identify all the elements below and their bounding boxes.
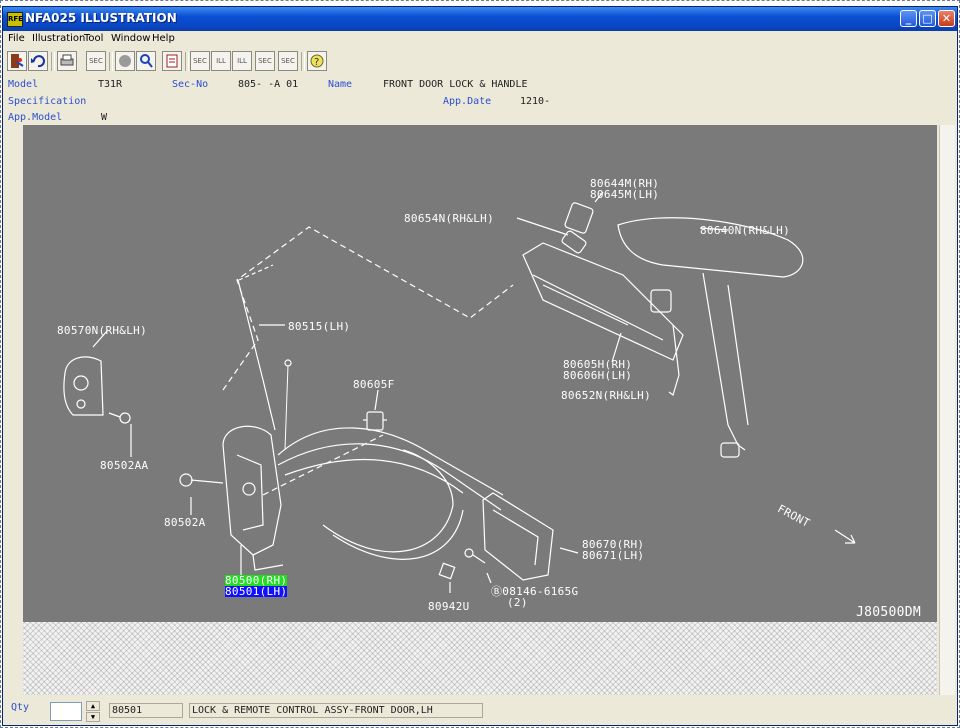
callout-80515[interactable]: 80515(LH) bbox=[288, 321, 350, 332]
diagram-id: J80500DM bbox=[856, 605, 922, 620]
menu-tool[interactable]: Tool bbox=[84, 33, 103, 44]
part-number-field: 80501 bbox=[109, 703, 183, 718]
undo-icon[interactable] bbox=[28, 51, 48, 71]
qty-label: Qty bbox=[11, 702, 30, 713]
callout-80570n[interactable]: 80570N(RH&LH) bbox=[57, 325, 147, 336]
zoom-icon[interactable] bbox=[136, 51, 156, 71]
name-label: Name bbox=[328, 79, 353, 90]
appdate-label: App.Date bbox=[443, 96, 492, 107]
model-label: Model bbox=[8, 79, 39, 90]
svg-text:?: ? bbox=[314, 57, 319, 68]
menu-file[interactable]: File bbox=[8, 33, 25, 44]
callout-08146[interactable]: Ⓑ08146-6165G bbox=[491, 586, 578, 597]
callout-80645m[interactable]: 80645M(LH) bbox=[590, 189, 659, 200]
secno-label: Sec-No bbox=[172, 79, 209, 90]
minimize-button[interactable]: _ bbox=[900, 10, 917, 27]
appmodel-value: W bbox=[101, 112, 108, 123]
vertical-scrollbar[interactable] bbox=[939, 125, 955, 695]
empty-pane bbox=[23, 622, 937, 695]
sec-prev-icon[interactable]: SEC bbox=[190, 51, 210, 71]
exit-icon[interactable] bbox=[7, 51, 27, 71]
menu-window[interactable]: Window bbox=[111, 33, 150, 44]
ill-prev-icon[interactable]: ILL bbox=[211, 51, 231, 71]
title-bar[interactable]: RFE NFA025 ILLUSTRATION _ □ ✕ bbox=[3, 7, 957, 31]
menu-help[interactable]: Help bbox=[152, 33, 175, 44]
callout-08146-qty: (2) bbox=[507, 596, 528, 609]
help-icon[interactable]: ? bbox=[307, 51, 327, 71]
name-value: FRONT DOOR LOCK & HANDLE bbox=[383, 79, 528, 90]
callout-80501-selected[interactable]: 80501(LH) bbox=[225, 586, 288, 597]
toolbar-separator bbox=[109, 52, 113, 71]
part-info-panel: Model T31R Sec-No 805- -A 01 Name FRONT … bbox=[3, 75, 957, 125]
sec-next-icon[interactable]: SEC bbox=[255, 51, 275, 71]
status-bar: Qty ▲ ▼ 80501 LOCK & REMOTE CONTROL ASSY… bbox=[3, 697, 957, 725]
maximize-button[interactable]: □ bbox=[919, 10, 936, 27]
illustration-canvas[interactable]: 80644M(RH) 80645M(LH) 80654N(RH&LH) 8064… bbox=[23, 125, 937, 622]
toolbar-separator bbox=[51, 52, 55, 71]
ill-next-icon[interactable]: ILL bbox=[232, 51, 252, 71]
window-title: NFA025 ILLUSTRATION bbox=[25, 11, 177, 25]
sec-search-icon[interactable]: SEC bbox=[86, 51, 106, 71]
appmodel-label: App.Model bbox=[8, 112, 63, 123]
callout-80502a[interactable]: 80502A bbox=[164, 517, 206, 528]
menu-bar: File Illustration Tool Window Help bbox=[3, 31, 957, 48]
callout-80606h[interactable]: 80606H(LH) bbox=[563, 370, 632, 381]
print-icon[interactable] bbox=[57, 51, 77, 71]
model-value: T31R bbox=[98, 79, 123, 90]
toolbar-separator bbox=[301, 52, 305, 71]
toolbar: SEC SEC ILL ILL SEC SEC ? bbox=[3, 49, 957, 75]
sec-query-icon[interactable]: SEC bbox=[278, 51, 298, 71]
callout-80654n[interactable]: 80654N(RH&LH) bbox=[404, 213, 494, 224]
spec-label: Specification bbox=[8, 96, 87, 107]
qty-down-button[interactable]: ▼ bbox=[86, 712, 100, 722]
close-button[interactable]: ✕ bbox=[938, 10, 955, 27]
app-icon: RFE bbox=[7, 12, 23, 27]
qty-input[interactable] bbox=[50, 702, 82, 721]
circle-icon[interactable] bbox=[115, 51, 135, 71]
app-window: RFE NFA025 ILLUSTRATION _ □ ✕ File Illus… bbox=[2, 6, 958, 726]
door-lock-diagram bbox=[63, 191, 856, 593]
menu-illustration[interactable]: Illustration bbox=[32, 33, 85, 44]
callout-80502aa[interactable]: 80502AA bbox=[100, 460, 148, 471]
callout-80652n[interactable]: 80652N(RH&LH) bbox=[561, 390, 651, 401]
secno-value: 805- -A 01 bbox=[238, 79, 299, 90]
callout-80640n[interactable]: 80640N(RH&LH) bbox=[700, 225, 790, 236]
appdate-value: 1210- bbox=[520, 96, 551, 107]
toolbar-separator bbox=[185, 52, 189, 71]
part-name-field: LOCK & REMOTE CONTROL ASSY-FRONT DOOR,LH bbox=[189, 703, 483, 718]
callout-80605f[interactable]: 80605F bbox=[353, 379, 395, 390]
qty-up-button[interactable]: ▲ bbox=[86, 701, 100, 711]
callout-80942u[interactable]: 80942U bbox=[428, 601, 470, 612]
callout-80671[interactable]: 80671(LH) bbox=[582, 550, 644, 561]
notes-icon[interactable] bbox=[162, 51, 182, 71]
